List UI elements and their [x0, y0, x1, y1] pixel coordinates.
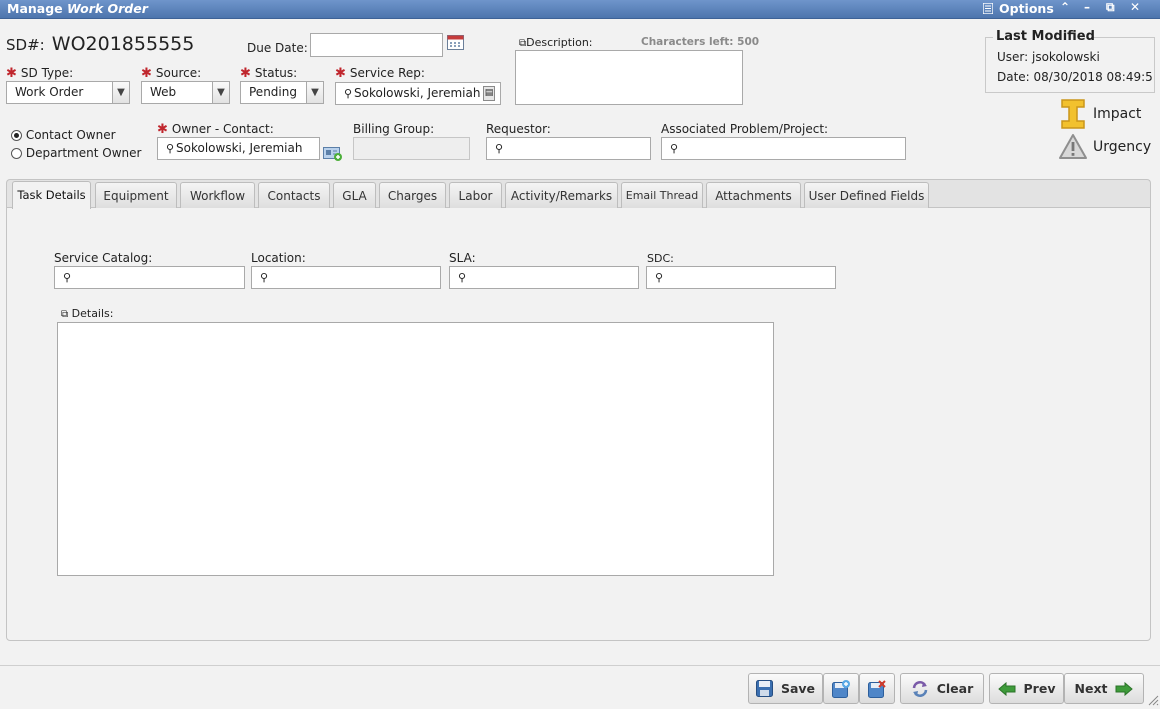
- options-label: Options: [999, 1, 1054, 16]
- last-modified-title: Last Modified: [996, 29, 1095, 44]
- search-icon: ⚲: [62, 271, 72, 284]
- chevron-down-icon: ▼: [306, 82, 323, 103]
- sd-number: WO201855555: [51, 33, 195, 55]
- due-date-label: Due Date:: [247, 41, 308, 55]
- status-select[interactable]: Pending ▼: [240, 81, 324, 104]
- billing-group-label: Billing Group:: [353, 122, 435, 136]
- search-icon: ⚲: [165, 142, 175, 155]
- location-input[interactable]: ⚲: [251, 266, 441, 289]
- owner-contact-label: ✱ Owner - Contact:: [157, 122, 274, 137]
- chevron-down-icon: ▼: [112, 82, 129, 103]
- due-date-input[interactable]: [310, 33, 443, 57]
- tab-charges[interactable]: Charges: [379, 182, 446, 208]
- characters-left: Characters left: 500: [641, 36, 760, 48]
- tab-equipment[interactable]: Equipment: [95, 182, 177, 208]
- last-modified-user: User: jsokolowski: [997, 50, 1100, 64]
- sd-type-select[interactable]: Work Order ▼: [6, 81, 130, 104]
- tab-labor[interactable]: Labor: [449, 182, 502, 208]
- service-catalog-label: Service Catalog:: [54, 251, 153, 265]
- radio-icon: [11, 130, 22, 141]
- save-new-button[interactable]: [823, 673, 859, 704]
- impact-icon[interactable]: [1061, 99, 1085, 132]
- last-modified-date: Date: 08/30/2018 08:49:5: [997, 70, 1153, 84]
- associated-label: Associated Problem/Project:: [661, 122, 829, 136]
- description-textarea[interactable]: [515, 50, 743, 105]
- collapse-icon[interactable]: ⌃: [1060, 0, 1070, 14]
- save-new-icon: [832, 679, 850, 698]
- close-icon[interactable]: ✕: [1130, 0, 1140, 14]
- save-close-icon: [868, 679, 886, 698]
- save-icon: [755, 680, 773, 697]
- impact-label: Impact: [1093, 106, 1142, 122]
- requestor-input[interactable]: ⚲: [486, 137, 651, 160]
- popout-icon[interactable]: ⧉: [1106, 0, 1115, 15]
- sla-input[interactable]: ⚲: [449, 266, 639, 289]
- sla-label: SLA:: [449, 251, 476, 265]
- sdc-label: SDC:: [647, 252, 674, 265]
- tab-task-details[interactable]: Task Details: [12, 181, 91, 209]
- urgency-icon[interactable]: [1058, 133, 1088, 163]
- service-catalog-input[interactable]: ⚲: [54, 266, 245, 289]
- source-select[interactable]: Web ▼: [141, 81, 230, 104]
- search-icon: ⚲: [343, 87, 353, 100]
- window-titlebar: Manage Work Order Options ⌃ – ⧉ ✕: [0, 0, 1160, 19]
- minimize-icon[interactable]: –: [1084, 0, 1090, 14]
- tab-gla[interactable]: GLA: [333, 182, 376, 208]
- owner-contact-input[interactable]: ⚲ Sokolowski, Jeremiah: [157, 137, 320, 160]
- sd-type-label: ✱ SD Type:: [6, 66, 74, 81]
- sd-number-label: SD#: WO201855555: [6, 33, 195, 55]
- radio-contact-owner[interactable]: Contact Owner: [11, 128, 116, 142]
- expand-icon[interactable]: ⧉: [61, 309, 68, 320]
- service-rep-input[interactable]: ⚲ Sokolowski, Jeremiah ▤: [335, 82, 501, 105]
- tab-user-defined-fields[interactable]: User Defined Fields: [804, 182, 929, 208]
- status-label: ✱ Status:: [240, 66, 298, 81]
- list-icon: [983, 3, 993, 14]
- tab-contacts[interactable]: Contacts: [258, 182, 330, 208]
- save-close-button[interactable]: [859, 673, 895, 704]
- calendar-icon[interactable]: [447, 34, 464, 53]
- service-rep-label: ✱ Service Rep:: [335, 66, 425, 81]
- window-title: Manage Work Order: [7, 1, 148, 16]
- description-label: ⧉Description:: [519, 36, 593, 49]
- urgency-label: Urgency: [1093, 139, 1152, 155]
- sdc-input[interactable]: ⚲: [646, 266, 836, 289]
- tab-email-thread[interactable]: Email Thread: [621, 182, 703, 208]
- location-label: Location:: [251, 251, 306, 265]
- source-label: ✱ Source:: [141, 66, 202, 81]
- search-icon: ⚲: [654, 271, 664, 284]
- last-modified-panel: [985, 38, 1155, 93]
- add-contact-icon[interactable]: [323, 145, 343, 164]
- billing-group-input: [353, 137, 470, 160]
- search-icon: ⚲: [494, 142, 504, 155]
- arrow-right-icon: [1115, 681, 1134, 696]
- clear-button[interactable]: Clear: [900, 673, 984, 704]
- requestor-label: Requestor:: [486, 122, 551, 136]
- search-icon: ⚲: [457, 271, 467, 284]
- chevron-down-icon: ▼: [212, 82, 229, 103]
- next-button[interactable]: Next: [1064, 673, 1144, 704]
- associated-input[interactable]: ⚲: [661, 137, 906, 160]
- tab-activity-remarks[interactable]: Activity/Remarks: [505, 182, 618, 208]
- tab-workflow[interactable]: Workflow: [180, 182, 255, 208]
- radio-department-owner[interactable]: Department Owner: [11, 146, 141, 160]
- refresh-icon: [912, 680, 928, 697]
- save-button[interactable]: Save: [748, 673, 823, 704]
- details-label: ⧉ Details:: [61, 307, 114, 320]
- button-bar: [0, 665, 1160, 708]
- resize-handle-icon[interactable]: [1147, 694, 1159, 709]
- tab-attachments[interactable]: Attachments: [706, 182, 801, 208]
- options-menu[interactable]: Options: [983, 1, 1054, 16]
- arrow-left-icon: [997, 681, 1016, 696]
- contact-card-icon[interactable]: ▤: [483, 86, 495, 101]
- prev-button[interactable]: Prev: [989, 673, 1064, 704]
- search-icon: ⚲: [669, 142, 679, 155]
- details-textarea[interactable]: [57, 322, 774, 576]
- radio-icon: [11, 148, 22, 159]
- search-icon: ⚲: [259, 271, 269, 284]
